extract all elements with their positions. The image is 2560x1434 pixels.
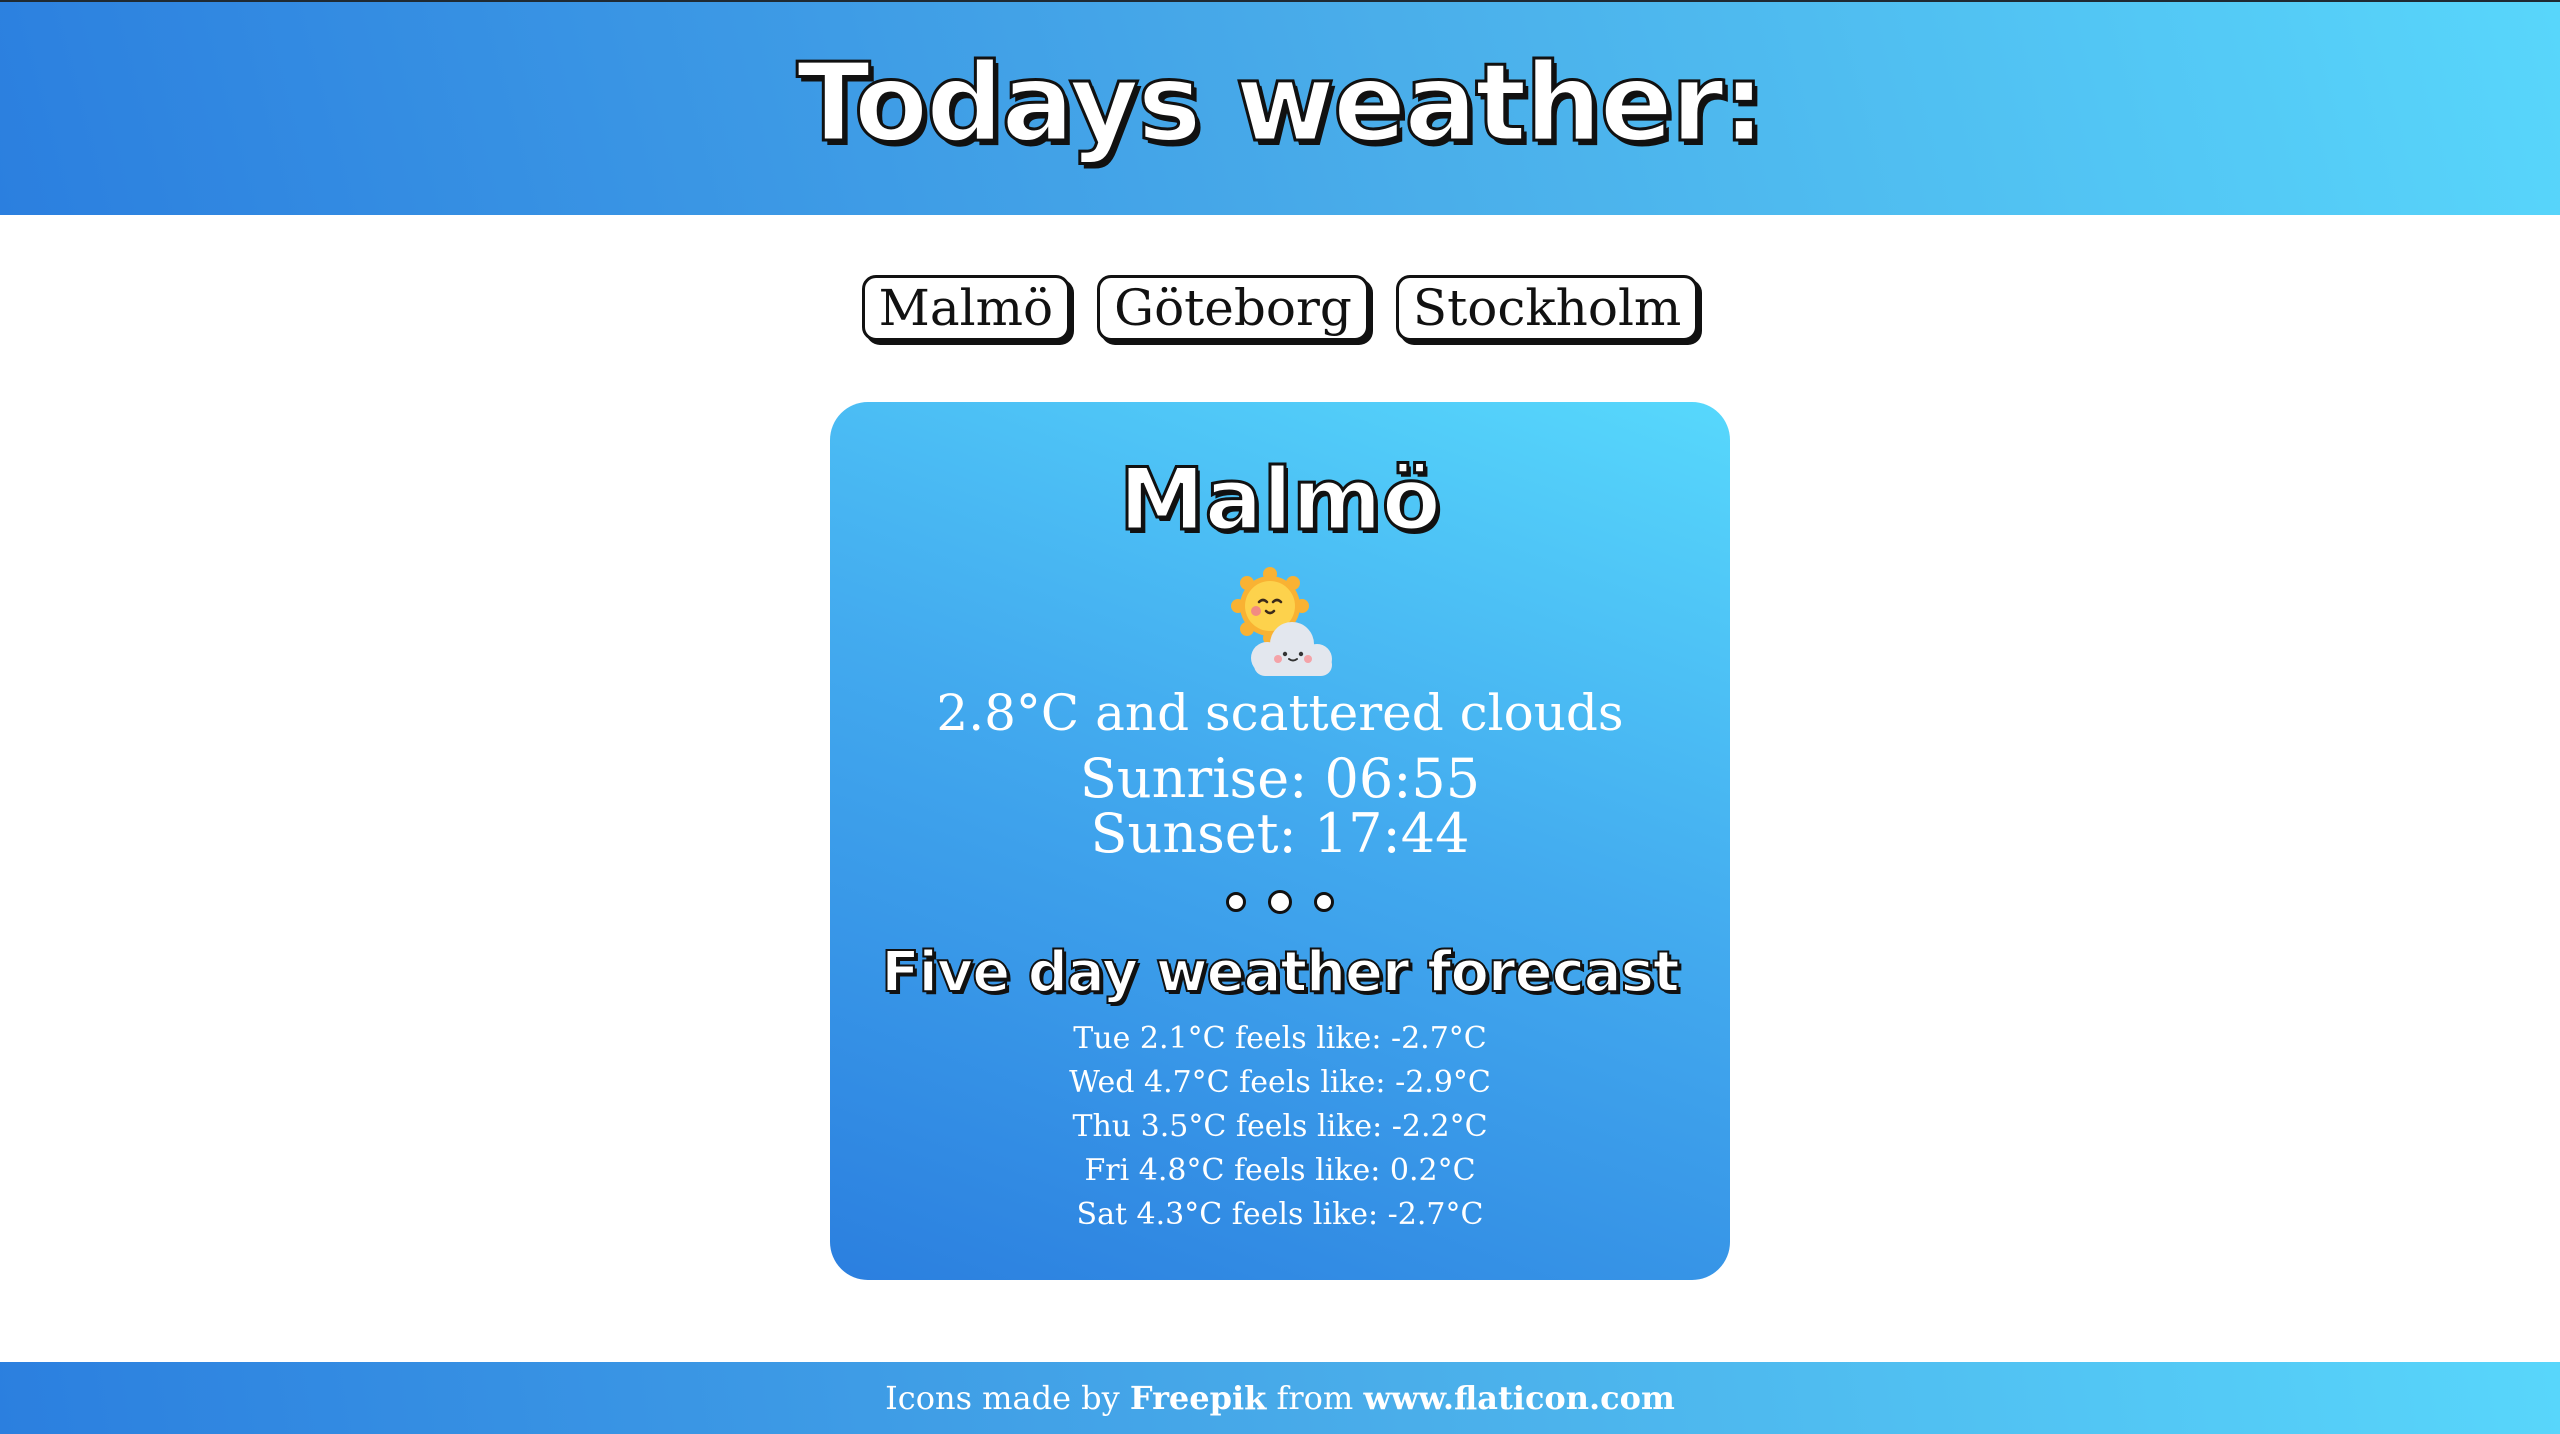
forecast-list: Tue 2.1°C feels like: -2.7°C Wed 4.7°C f… [830,1017,1730,1237]
freepik-link[interactable]: Freepik [1130,1379,1266,1417]
sunrise-time: Sunrise: 06:55 [1079,747,1481,810]
forecast-item: Sat 4.3°C feels like: -2.7°C [1076,1197,1484,1232]
city-button-stockholm[interactable]: Stockholm [1395,275,1699,341]
forecast-item: Fri 4.8°C feels like: 0.2°C [1084,1153,1476,1188]
page-header: Todays weather: [0,0,2560,215]
city-button-malmo[interactable]: Malmö [861,275,1071,341]
forecast-item: Tue 2.1°C feels like: -2.7°C [1073,1021,1487,1056]
footer-text-middle: from [1266,1379,1364,1417]
current-conditions: 2.8°C and scattered clouds [936,684,1624,742]
forecast-title: Five day weather forecast [880,940,1680,1005]
city-button-goteborg[interactable]: Göteborg [1097,275,1369,341]
divider-dots [830,890,1730,914]
city-selector: Malmö Göteborg Stockholm [0,275,2560,341]
page-title: Todays weather: [795,40,1767,168]
divider-dot [1314,892,1334,912]
sun-behind-cloud-icon [1231,567,1332,676]
weather-card: Malmö 2.8°C and scattered clouds Sunrise… [830,402,1730,1280]
city-name: Malmö [1118,450,1443,550]
flaticon-link[interactable]: www.flaticon.com [1363,1379,1674,1417]
divider-dot [1226,892,1246,912]
page-footer: Icons made by Freepik from www.flaticon.… [0,1362,2560,1434]
forecast-item: Thu 3.5°C feels like: -2.2°C [1072,1109,1488,1144]
forecast-item: Wed 4.7°C feels like: -2.9°C [1069,1065,1491,1100]
footer-text-prefix: Icons made by [885,1379,1130,1417]
divider-dot [1268,890,1292,914]
sunset-time: Sunset: 17:44 [1090,802,1470,865]
